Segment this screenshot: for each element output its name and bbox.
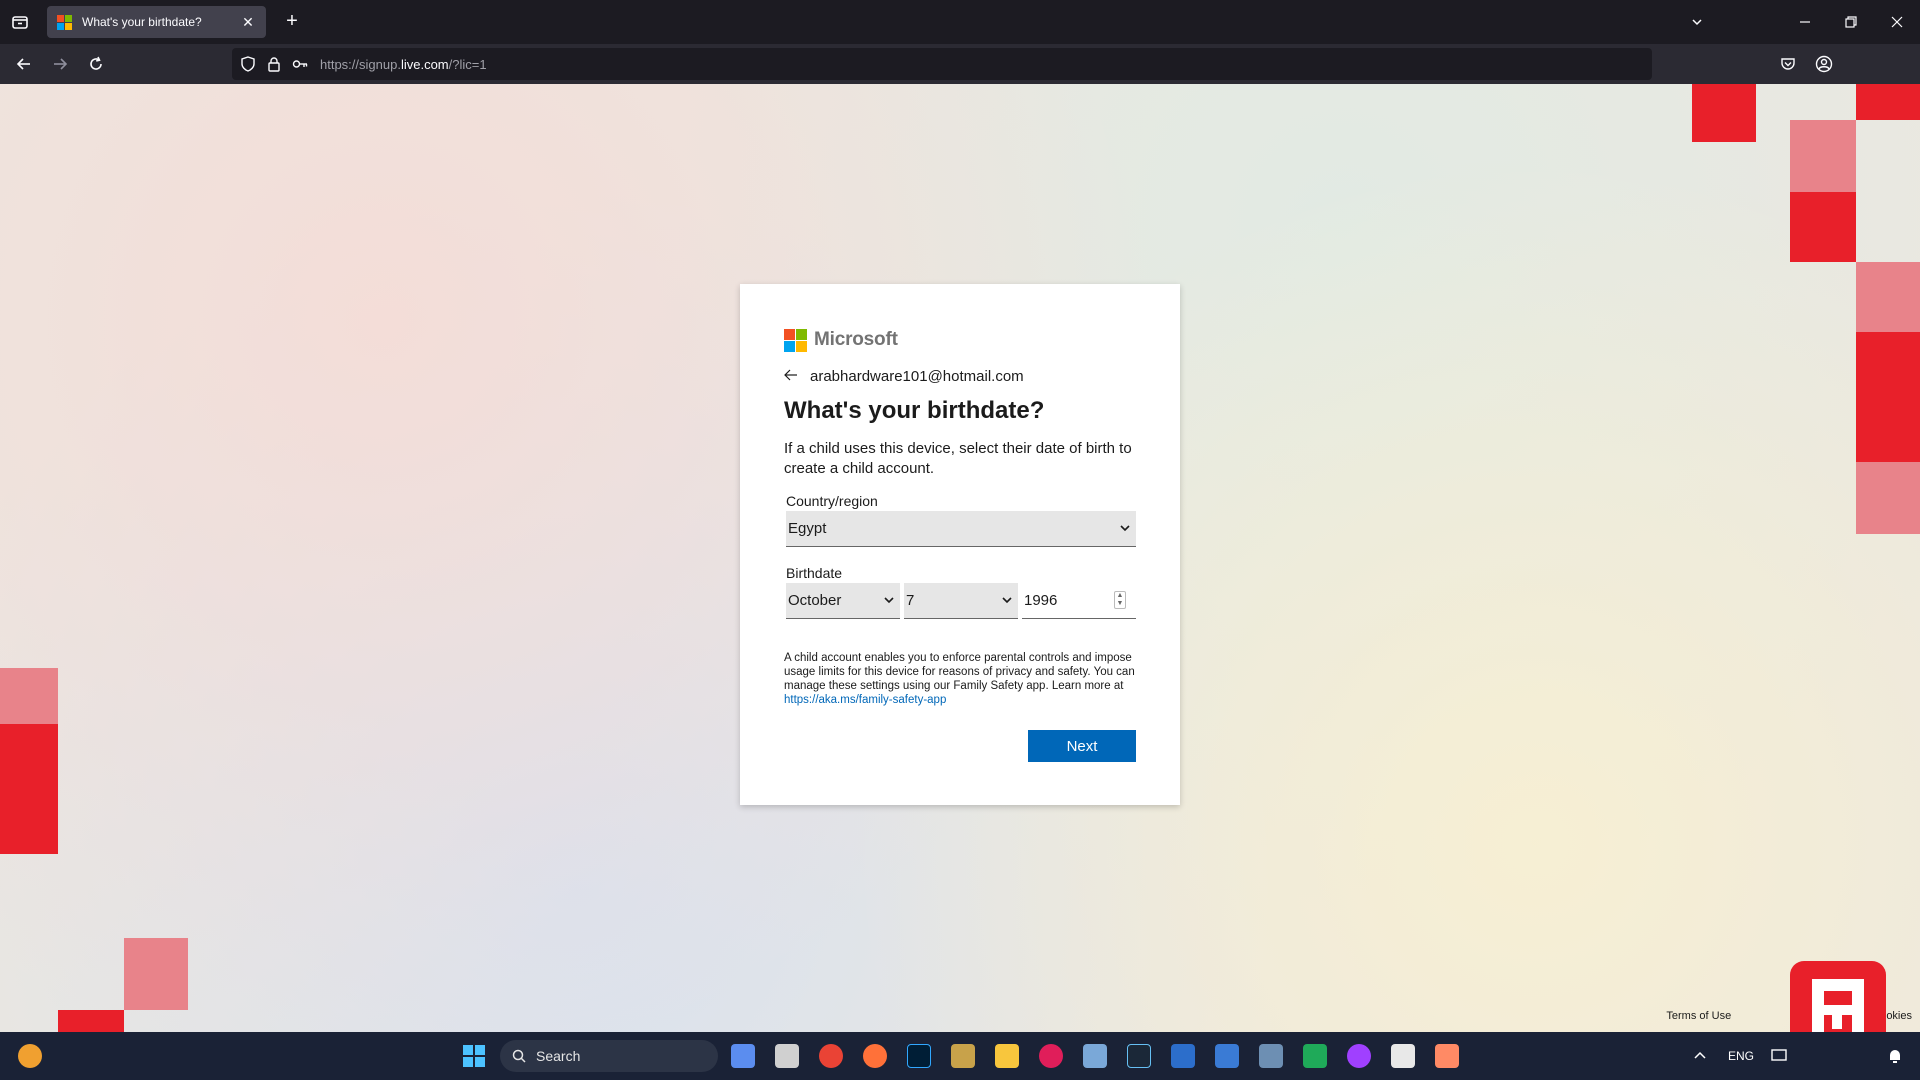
- overlay-pixel: [58, 1010, 124, 1032]
- month-select[interactable]: October: [786, 583, 900, 619]
- chevron-down-icon: [1118, 521, 1132, 535]
- tab-close-icon[interactable]: ✕: [240, 14, 256, 31]
- search-label: Search: [536, 1048, 581, 1064]
- back-icon[interactable]: [12, 52, 36, 76]
- url-domain: live.com: [400, 57, 449, 72]
- windows-start-icon[interactable]: [462, 1044, 486, 1068]
- key-icon[interactable]: [292, 56, 308, 72]
- overlay-pixel: [1790, 120, 1856, 192]
- league-icon[interactable]: [951, 1044, 975, 1068]
- month-value: October: [788, 592, 842, 609]
- terms-link[interactable]: Terms of Use: [1666, 1010, 1731, 1022]
- url-path: /?lic=1: [448, 57, 487, 72]
- pocket-icon[interactable]: [1776, 52, 1800, 76]
- overlay-pixel: [1692, 84, 1756, 142]
- microsoft-favicon-icon: [57, 14, 72, 30]
- overlay-pixel: [1856, 462, 1920, 534]
- close-window-icon[interactable]: [1874, 0, 1920, 44]
- child-account-info: A child account enables you to enforce p…: [784, 651, 1136, 707]
- search-icon: [512, 1049, 526, 1063]
- overlay-pixel: [124, 938, 188, 1010]
- year-spinner-icon[interactable]: ▲ ▼: [1114, 591, 1126, 609]
- day-select[interactable]: 7: [904, 583, 1018, 619]
- microsoft-logo: Microsoft: [784, 328, 1136, 352]
- tracking-protection-shield-icon[interactable]: [240, 56, 256, 72]
- weather-icon[interactable]: [18, 1044, 42, 1068]
- overlay-pixel: [0, 668, 58, 724]
- lock-icon[interactable]: [266, 56, 282, 72]
- reload-icon[interactable]: [84, 52, 108, 76]
- day-value: 7: [906, 592, 915, 609]
- birthdate-label: Birthdate: [786, 565, 843, 581]
- task-view-icon[interactable]: [775, 1044, 799, 1068]
- tab-bar: What's your birthdate? ✕ +: [0, 0, 1920, 44]
- channel-logo-icon: [1790, 961, 1886, 1032]
- tab-title: What's your birthdate?: [82, 15, 202, 29]
- messenger-icon[interactable]: [1347, 1044, 1371, 1068]
- account-icon[interactable]: [1812, 52, 1836, 76]
- birthdate-row: October 7 1996 ▲ ▼: [786, 583, 1136, 619]
- window-controls: [1674, 0, 1920, 44]
- slack-icon[interactable]: [1039, 1044, 1063, 1068]
- taskbar-search[interactable]: Search: [500, 1040, 718, 1072]
- taskbar: Search ENG: [0, 1032, 1920, 1080]
- file-explorer-icon[interactable]: [995, 1044, 1019, 1068]
- page-background: Microsoft arabhardware101@hotmail.com Wh…: [0, 84, 1920, 1032]
- microsoft-store-icon[interactable]: [1215, 1044, 1239, 1068]
- overlay-pixel: [1856, 262, 1920, 332]
- firefox-icon[interactable]: [863, 1044, 887, 1068]
- tab-list-icon[interactable]: [8, 10, 32, 34]
- calculator-icon[interactable]: [1259, 1044, 1283, 1068]
- copilot-icon[interactable]: [731, 1044, 755, 1068]
- forward-icon[interactable]: [48, 52, 72, 76]
- year-input[interactable]: 1996 ▲ ▼: [1022, 583, 1136, 619]
- identity-banner: arabhardware101@hotmail.com: [784, 368, 1136, 385]
- country-select[interactable]: Egypt: [786, 511, 1136, 547]
- country-value: Egypt: [788, 520, 827, 537]
- tab-active[interactable]: What's your birthdate? ✕: [47, 6, 266, 38]
- prime-video-icon[interactable]: [1171, 1044, 1195, 1068]
- overlay-pixel: [1790, 192, 1856, 262]
- url-bar[interactable]: https://signup.live.com/?lic=1: [232, 48, 1652, 80]
- notification-bell-icon[interactable]: [1886, 1044, 1904, 1068]
- steam-icon[interactable]: [1127, 1044, 1151, 1068]
- info-text: A child account enables you to enforce p…: [784, 652, 1135, 692]
- chevron-up-icon[interactable]: [1692, 1044, 1710, 1068]
- chevron-down-icon: [1000, 593, 1014, 607]
- microsoft-logo-icon: [784, 328, 807, 352]
- language-indicator[interactable]: ENG: [1728, 1049, 1754, 1063]
- new-tab-icon[interactable]: +: [280, 10, 304, 34]
- creative-cloud-icon[interactable]: [1435, 1044, 1459, 1068]
- minimize-icon[interactable]: [1782, 0, 1828, 44]
- url-text[interactable]: https://signup.live.com/?lic=1: [320, 57, 487, 72]
- photoshop-icon[interactable]: [907, 1044, 931, 1068]
- back-arrow-icon[interactable]: [784, 368, 800, 385]
- country-label: Country/region: [786, 493, 878, 509]
- overlay-pixel: [1856, 84, 1920, 120]
- url-prefix: https://signup.: [320, 57, 401, 72]
- page-title: What's your birthdate?: [784, 397, 1045, 424]
- photos-icon[interactable]: [1083, 1044, 1107, 1068]
- year-value: 1996: [1024, 592, 1058, 609]
- navigation-bar: https://signup.live.com/?lic=1: [0, 44, 1920, 84]
- chevron-down-icon: [882, 593, 896, 607]
- xbox-icon[interactable]: [1303, 1044, 1327, 1068]
- list-all-tabs-icon[interactable]: [1674, 0, 1720, 44]
- restore-icon[interactable]: [1828, 0, 1874, 44]
- chrome-icon[interactable]: [819, 1044, 843, 1068]
- brand-name: Microsoft: [814, 329, 898, 350]
- description: If a child uses this device, select thei…: [784, 440, 1132, 477]
- roblox-icon[interactable]: [1391, 1044, 1415, 1068]
- overlay-pixel: [1856, 332, 1920, 462]
- network-icon[interactable]: [1770, 1044, 1790, 1068]
- signup-card: Microsoft arabhardware101@hotmail.com Wh…: [740, 284, 1180, 805]
- family-safety-link[interactable]: https://aka.ms/family-safety-app: [784, 694, 946, 706]
- next-button[interactable]: Next: [1028, 730, 1136, 762]
- overlay-pixel: [0, 724, 58, 854]
- account-email: arabhardware101@hotmail.com: [810, 368, 1024, 385]
